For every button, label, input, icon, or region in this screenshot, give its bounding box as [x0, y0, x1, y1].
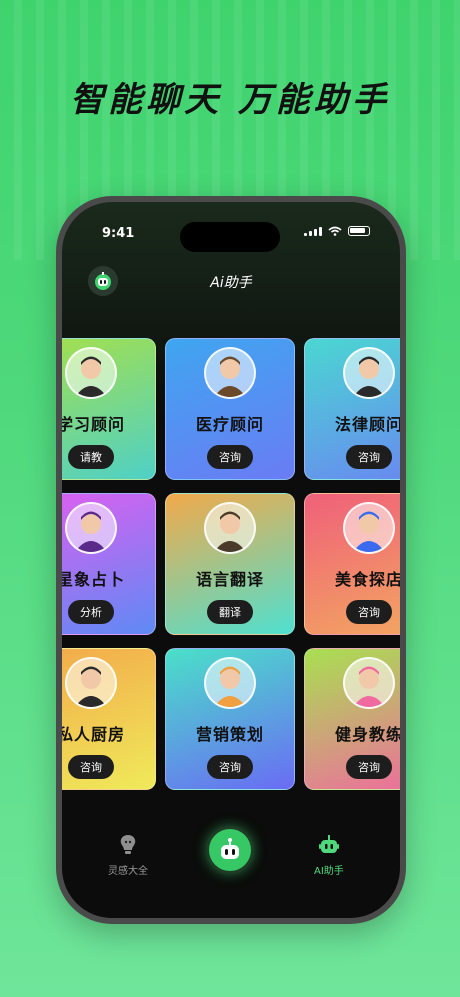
- robot-icon: [318, 835, 339, 853]
- assistant-card[interactable]: 营销策划 咨询: [165, 648, 295, 790]
- card-action-button[interactable]: 请教: [68, 445, 114, 469]
- avatar: [65, 347, 117, 399]
- card-action-button[interactable]: 咨询: [346, 445, 392, 469]
- card-action-button[interactable]: 咨询: [207, 445, 253, 469]
- card-title: 法律顾问: [334, 415, 400, 434]
- phone-frame: 9:41 Ai助手 学习顾问 请教 医疗顾问 咨询 法律顾问 咨询 星象占卜 分…: [56, 196, 406, 924]
- avatar: [65, 657, 117, 709]
- avatar: [65, 502, 117, 554]
- card-title: 医疗顾问: [195, 415, 264, 434]
- tab-bar: 灵感大全 AI助手: [62, 822, 400, 892]
- card-action-button[interactable]: 分析: [68, 600, 114, 624]
- assistant-grid: 学习顾问 请教 医疗顾问 咨询 法律顾问 咨询 星象占卜 分析 语言翻译 翻译 美食探店咨…: [62, 338, 400, 790]
- robot-icon: [221, 838, 239, 859]
- lightbulb-icon: [120, 835, 136, 854]
- dynamic-island: [180, 222, 280, 252]
- phone-screen: 9:41 Ai助手 学习顾问 请教 医疗顾问 咨询 法律顾问 咨询 星象占卜 分…: [62, 202, 400, 918]
- assistant-card[interactable]: 健身教练 咨询: [304, 648, 400, 790]
- assistant-card[interactable]: 美食探店 咨询: [304, 493, 400, 635]
- avatar: [343, 657, 395, 709]
- card-action-button[interactable]: 咨询: [346, 755, 392, 779]
- tab-inspiration-label: 灵感大全: [108, 866, 148, 877]
- app-title: Ai助手: [210, 275, 252, 291]
- avatar: [204, 657, 256, 709]
- avatar: [204, 502, 256, 554]
- headline: 智能聊天 万能助手: [70, 80, 390, 120]
- card-title: 健身教练: [334, 725, 400, 744]
- card-action-button[interactable]: 咨询: [207, 755, 253, 779]
- assistant-card[interactable]: 星象占卜 分析: [62, 493, 156, 635]
- assistant-card[interactable]: 学习顾问 请教: [62, 338, 156, 480]
- center-robot-button[interactable]: [206, 826, 254, 874]
- avatar: [343, 502, 395, 554]
- avatar: [343, 347, 395, 399]
- card-action-button[interactable]: 翻译: [207, 600, 253, 624]
- card-title: 学习顾问: [62, 415, 125, 434]
- tab-ai-assistant-label: AI助手: [314, 866, 344, 877]
- wifi-icon: [328, 226, 342, 236]
- card-action-button[interactable]: 咨询: [346, 600, 392, 624]
- assistant-card[interactable]: 法律顾问 咨询: [304, 338, 400, 480]
- battery-icon: [348, 226, 370, 236]
- avatar: [204, 347, 256, 399]
- status-icons: [304, 226, 370, 236]
- tab-ai-assistant[interactable]: AI助手: [314, 834, 344, 877]
- assistant-card[interactable]: 语言翻译 翻译: [165, 493, 295, 635]
- assistant-card[interactable]: 私人厨房 咨询: [62, 648, 156, 790]
- card-title: 私人厨房: [62, 725, 125, 744]
- card-title: 星象占卜: [62, 570, 125, 589]
- assistant-card[interactable]: 医疗顾问 咨询: [165, 338, 295, 480]
- card-title: 营销策划: [195, 725, 264, 744]
- card-title: 语言翻译: [195, 570, 264, 589]
- signal-icon: [304, 226, 322, 236]
- tab-inspiration[interactable]: 灵感大全: [108, 834, 148, 877]
- card-title: 美食探店: [334, 570, 400, 589]
- card-action-button[interactable]: 咨询: [68, 755, 114, 779]
- status-time: 9:41: [102, 226, 135, 241]
